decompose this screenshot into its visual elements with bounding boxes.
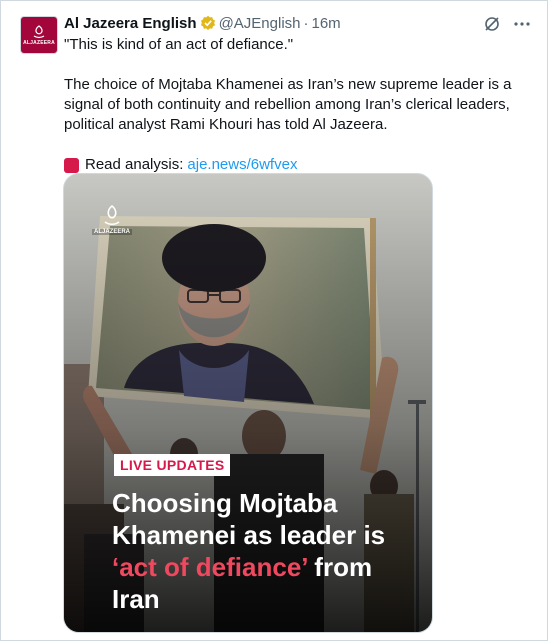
verified-badge-icon[interactable] [200, 15, 216, 31]
tweet-image[interactable]: ALJAZEERA LIVE UPDATES Choosing Mojtaba … [63, 173, 433, 633]
separator-dot: · [303, 14, 309, 32]
tweet-card[interactable]: ALJAZEERA Al Jazeera English @AJEnglish … [0, 0, 548, 641]
display-name[interactable]: Al Jazeera English [64, 15, 197, 32]
timestamp[interactable]: 16m [312, 15, 341, 32]
headline-part-1: Choosing Mojtaba Khamenei as leader is [112, 488, 386, 550]
al-jazeera-logo-icon [33, 24, 45, 38]
red-square-icon [64, 157, 79, 173]
read-analysis-line: Read analysis: aje.news/6wfvex [64, 155, 534, 175]
read-analysis-label: Read analysis: [85, 156, 184, 173]
avatar-text: ALJAZEERA [23, 39, 55, 46]
handle[interactable]: @AJEnglish [219, 15, 301, 32]
live-updates-badge: LIVE UPDATES [114, 454, 231, 476]
tweet-header: Al Jazeera English @AJEnglish · 16m [64, 11, 534, 35]
avatar[interactable]: ALJAZEERA [20, 16, 58, 54]
analysis-link[interactable]: aje.news/6wfvex [187, 155, 297, 175]
al-jazeera-watermark: ALJAZEERA [92, 204, 133, 235]
image-headline: Choosing Mojtaba Khamenei as leader is ‘… [112, 487, 412, 615]
al-jazeera-logo-icon [104, 204, 120, 226]
tweet-quote: "This is kind of an act of defiance." [64, 36, 294, 53]
tweet-body: The choice of Mojtaba Khamenei as Iran’s… [64, 76, 512, 133]
tweet-content: Al Jazeera English @AJEnglish · 16m "Thi… [64, 11, 534, 175]
watermark-text: ALJAZEERA [92, 229, 133, 235]
headline-accent: ‘act of defiance’ [112, 552, 308, 582]
